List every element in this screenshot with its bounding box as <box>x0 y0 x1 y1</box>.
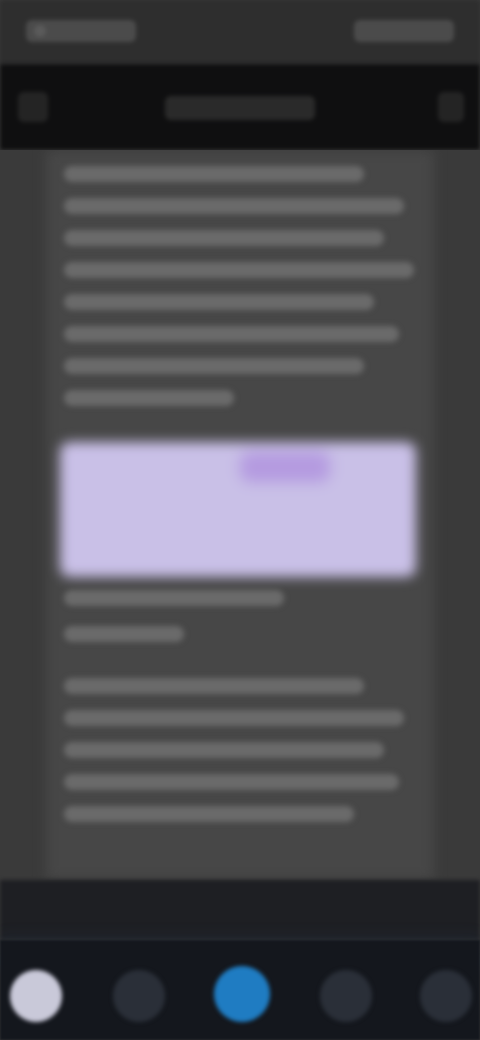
app-bar <box>0 64 480 150</box>
text-line <box>64 358 364 374</box>
document-content[interactable] <box>0 150 480 880</box>
text-line <box>64 626 184 642</box>
text-line <box>64 590 284 606</box>
text-line <box>64 166 364 182</box>
status-bar <box>0 0 480 64</box>
highlighted-word <box>240 452 330 482</box>
text-line <box>64 230 384 246</box>
status-dot <box>34 25 46 37</box>
status-right <box>354 20 454 42</box>
highlighted-text[interactable] <box>60 442 416 577</box>
text-line <box>64 678 364 694</box>
text-line <box>64 326 399 342</box>
text-line <box>64 774 399 790</box>
text-line <box>64 198 404 214</box>
text-line <box>64 806 354 822</box>
text-line <box>64 294 374 310</box>
text-line <box>64 710 404 726</box>
status-left <box>26 20 136 42</box>
play-icon[interactable] <box>214 966 270 1022</box>
text-line <box>64 742 384 758</box>
back-icon[interactable] <box>18 92 48 122</box>
pages-icon[interactable] <box>320 970 372 1022</box>
more-icon[interactable] <box>420 970 472 1022</box>
text-line <box>64 262 414 278</box>
menu-icon[interactable] <box>438 92 464 122</box>
profile-icon[interactable] <box>10 970 62 1022</box>
page-title <box>165 96 315 120</box>
text-line <box>64 390 234 406</box>
grid-icon[interactable] <box>113 970 165 1022</box>
